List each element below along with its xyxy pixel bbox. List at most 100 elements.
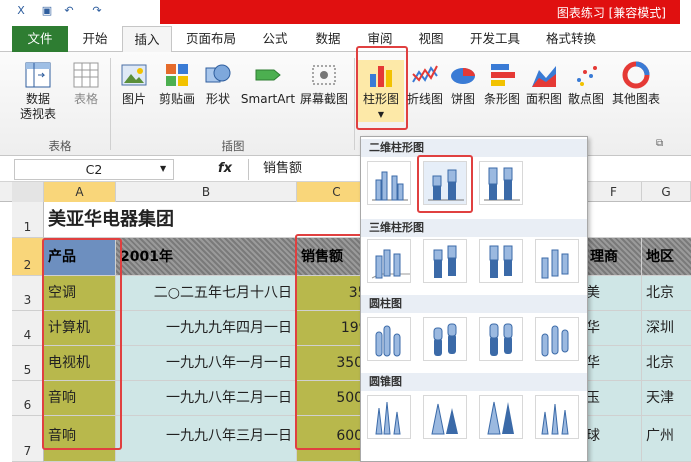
dialog-launcher-icon[interactable]: ⧉ <box>656 138 663 149</box>
table-cell[interactable]: 深圳 <box>642 311 691 346</box>
area-chart-button[interactable]: 面积图 <box>524 60 564 107</box>
column-header-a[interactable]: A <box>44 182 116 202</box>
column-header-f[interactable]: F <box>586 182 642 202</box>
screenshot-button[interactable]: 屏幕截图 <box>298 60 350 107</box>
table-cell[interactable]: 北京 <box>642 346 691 381</box>
redo-icon[interactable]: ↷ <box>90 4 104 18</box>
row-header-4[interactable]: 4 <box>12 311 44 346</box>
clipart-icon <box>162 60 192 90</box>
fx-icon[interactable]: fx <box>218 161 232 176</box>
stacked-cone-icon[interactable] <box>423 395 467 439</box>
table-cell[interactable]: 北京 <box>642 276 691 311</box>
tab-insert[interactable]: 插入 <box>122 26 172 53</box>
3d-clustered-column-icon[interactable] <box>367 239 411 283</box>
undo-icon[interactable]: ↶ <box>62 4 76 18</box>
other-charts-label: 其他图表 <box>611 92 660 106</box>
clipart-label: 剪贴画 <box>158 92 195 106</box>
row-header-2[interactable]: 2 <box>12 238 44 276</box>
table-cell[interactable]: 一九九八年一月一日 <box>116 346 297 381</box>
shapes-icon <box>203 60 233 90</box>
column-header-b[interactable]: B <box>116 182 297 202</box>
clustered-cone-icon[interactable] <box>367 395 411 439</box>
3d-percent-column-icon[interactable] <box>479 239 523 283</box>
area-chart-label: 面积图 <box>525 92 562 106</box>
percent-cylinder-icon[interactable] <box>479 317 523 361</box>
table-cell[interactable]: 华 <box>586 311 642 346</box>
bar-chart-button[interactable]: 条形图 <box>482 60 522 107</box>
picture-button[interactable]: 图片 <box>116 60 152 107</box>
tab-view[interactable]: 视图 <box>408 26 454 52</box>
line-chart-button[interactable]: 折线图 <box>406 60 444 107</box>
table-cell[interactable]: 天津 <box>642 381 691 416</box>
pie-chart-icon <box>448 60 478 90</box>
tab-data[interactable]: 数据 <box>303 26 353 52</box>
title-strip: 图表练习 [兼容模式] <box>160 0 680 24</box>
pivot-table-label: 数据 <box>25 92 50 106</box>
bar-chart-label: 条形图 <box>483 92 520 106</box>
name-box[interactable]: C2 <box>14 159 174 180</box>
select-all[interactable] <box>12 182 44 202</box>
row-header-3[interactable]: 3 <box>12 276 44 311</box>
table-cell[interactable]: 广州 <box>642 416 691 462</box>
scatter-chart-icon <box>571 60 601 90</box>
row-header-6[interactable]: 6 <box>12 381 44 416</box>
tab-formulas[interactable]: 公式 <box>250 26 300 52</box>
clustered-column-icon[interactable] <box>367 161 411 205</box>
stacked-column-highlight <box>417 155 473 213</box>
header-cell-year[interactable]: 2001年 <box>116 238 297 276</box>
table-cell[interactable]: 二○二五年七月十八日 <box>116 276 297 311</box>
table-cell[interactable]: 美 <box>586 276 642 311</box>
formula-input[interactable]: 销售额 <box>248 159 368 180</box>
clustered-cylinder-icon[interactable] <box>367 317 411 361</box>
excel-icon[interactable]: X <box>14 4 28 18</box>
scatter-chart-button[interactable]: 散点图 <box>566 60 606 107</box>
pie-chart-button[interactable]: 饼图 <box>446 60 480 107</box>
section-cylinder: 圆柱图 <box>361 295 587 313</box>
table-button[interactable]: 表格 <box>66 60 106 107</box>
tab-file[interactable]: 文件 <box>12 26 68 52</box>
screenshot-icon <box>309 60 339 90</box>
row-header-5[interactable]: 5 <box>12 346 44 381</box>
3d-column-icon[interactable] <box>535 239 579 283</box>
section-cone: 圆锥图 <box>361 373 587 391</box>
shapes-button[interactable]: 形状 <box>200 60 236 107</box>
other-charts-button[interactable]: 其他图表 <box>608 60 664 107</box>
pivot-table-button[interactable]: 数据 透视表 <box>14 60 62 122</box>
table-cell[interactable]: 一九九八年二月一日 <box>116 381 297 416</box>
pie-chart-label: 饼图 <box>450 92 475 106</box>
table-cell[interactable]: 华 <box>586 346 642 381</box>
save-icon[interactable]: ▣ <box>40 4 54 18</box>
table-cell[interactable]: 球 <box>586 416 642 462</box>
table-label: 表格 <box>73 92 98 106</box>
section-2d-column: 二维柱形图 <box>361 139 587 157</box>
other-charts-icon <box>621 60 651 90</box>
tab-format-convert[interactable]: 格式转换 <box>536 26 606 52</box>
tab-developer[interactable]: 开发工具 <box>460 26 530 52</box>
percent-stacked-column-icon[interactable] <box>479 161 523 205</box>
chevron-down-icon[interactable]: ▼ <box>160 164 166 173</box>
table-cell[interactable]: 玉 <box>586 381 642 416</box>
column-chart-highlight <box>356 46 408 130</box>
scatter-chart-label: 散点图 <box>567 92 604 106</box>
picture-icon <box>119 60 149 90</box>
smartart-button[interactable]: SmartArt <box>240 60 296 107</box>
header-cell-agent[interactable]: 理商 <box>586 238 642 276</box>
3d-stacked-column-icon[interactable] <box>423 239 467 283</box>
smartart-label: SmartArt <box>240 92 296 106</box>
percent-cone-icon[interactable] <box>479 395 523 439</box>
ribbon-tabs: 文件 开始 插入 页面布局 公式 数据 审阅 视图 开发工具 格式转换 <box>0 26 691 53</box>
column-header-g[interactable]: G <box>642 182 691 202</box>
row-header-1[interactable]: 1 <box>12 202 44 238</box>
3d-cylinder-icon[interactable] <box>535 317 579 361</box>
table-cell[interactable]: 一九九九年四月一日 <box>116 311 297 346</box>
clipart-button[interactable]: 剪贴画 <box>156 60 198 107</box>
row-header-7[interactable]: 7 <box>12 416 44 462</box>
3d-cone-icon[interactable] <box>535 395 579 439</box>
pivot-table-label-2: 透视表 <box>19 107 56 121</box>
tab-home[interactable]: 开始 <box>70 26 120 52</box>
table-cell[interactable]: 一九九八年三月一日 <box>116 416 297 462</box>
stacked-cylinder-icon[interactable] <box>423 317 467 361</box>
tab-page-layout[interactable]: 页面布局 <box>176 26 246 52</box>
line-chart-icon <box>410 60 440 90</box>
header-cell-region[interactable]: 地区 <box>642 238 691 276</box>
